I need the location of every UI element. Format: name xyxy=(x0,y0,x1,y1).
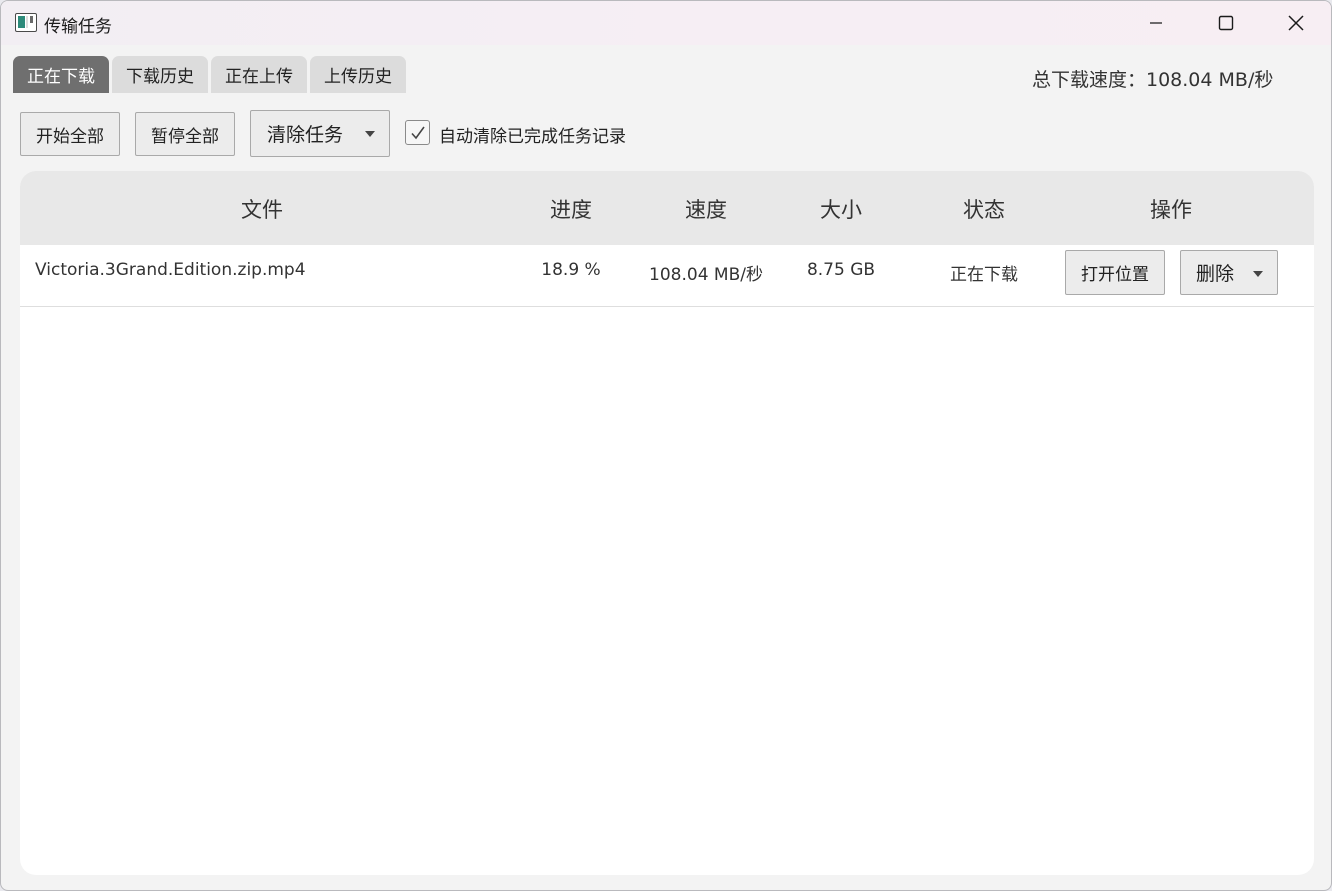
delete-label: 删除 xyxy=(1196,263,1235,285)
delete-dropdown-button[interactable]: 删除 xyxy=(1180,250,1278,295)
tab-download-history[interactable]: 下载历史 xyxy=(112,56,208,93)
size-value: 8.75 GB xyxy=(806,260,876,280)
open-location-button[interactable]: 打开位置 xyxy=(1065,250,1165,295)
transfer-table: 文件 进度 速度 大小 状态 操作 Victoria.3Grand.Editio… xyxy=(20,171,1314,875)
transfer-app-icon xyxy=(15,13,37,32)
table-header: 文件 进度 速度 大小 状态 操作 xyxy=(20,171,1314,245)
close-icon xyxy=(1288,15,1304,31)
auto-clear-checkbox[interactable] xyxy=(405,120,430,145)
file-name: Victoria.3Grand.Edition.zip.mp4 xyxy=(35,260,306,280)
tab-downloading[interactable]: 正在下载 xyxy=(13,56,109,93)
checkmark-icon xyxy=(410,126,425,139)
close-button[interactable] xyxy=(1261,1,1331,45)
pause-all-button[interactable]: 暂停全部 xyxy=(135,112,235,156)
column-header-size: 大小 xyxy=(820,198,862,222)
total-download-speed: 总下载速度：108.04 MB/秒 xyxy=(1032,69,1274,91)
column-header-status: 状态 xyxy=(963,198,1005,222)
table-row[interactable]: Victoria.3Grand.Edition.zip.mp4 18.9 % 1… xyxy=(20,245,1314,307)
column-header-file: 文件 xyxy=(241,198,283,222)
transfer-window: 传输任务 正在下载 下载历史 正在上传 上传历史 总下载速度：108.04 MB… xyxy=(0,0,1332,891)
minimize-icon xyxy=(1150,22,1162,24)
progress-value: 18.9 % xyxy=(541,260,601,280)
chevron-down-icon xyxy=(1253,271,1263,277)
title-bar[interactable]: 传输任务 xyxy=(1,1,1331,45)
maximize-icon xyxy=(1218,15,1234,31)
clear-tasks-label: 清除任务 xyxy=(267,124,344,146)
start-all-button[interactable]: 开始全部 xyxy=(20,112,120,156)
tab-uploading[interactable]: 正在上传 xyxy=(211,56,307,93)
auto-clear-label[interactable]: 自动清除已完成任务记录 xyxy=(439,122,626,147)
chevron-down-icon xyxy=(365,131,375,137)
status-value: 正在下载 xyxy=(950,265,1018,285)
speed-value: 108.04 MB/秒 xyxy=(649,265,763,285)
tab-bar: 正在下载 下载历史 正在上传 上传历史 xyxy=(13,56,409,93)
maximize-button[interactable] xyxy=(1191,1,1261,45)
window-title: 传输任务 xyxy=(44,17,112,37)
column-header-actions: 操作 xyxy=(1150,198,1192,222)
minimize-button[interactable] xyxy=(1121,1,1191,45)
column-header-progress: 进度 xyxy=(550,198,592,222)
clear-tasks-dropdown[interactable]: 清除任务 xyxy=(250,110,390,157)
tab-upload-history[interactable]: 上传历史 xyxy=(310,56,406,93)
column-header-speed: 速度 xyxy=(685,198,727,222)
